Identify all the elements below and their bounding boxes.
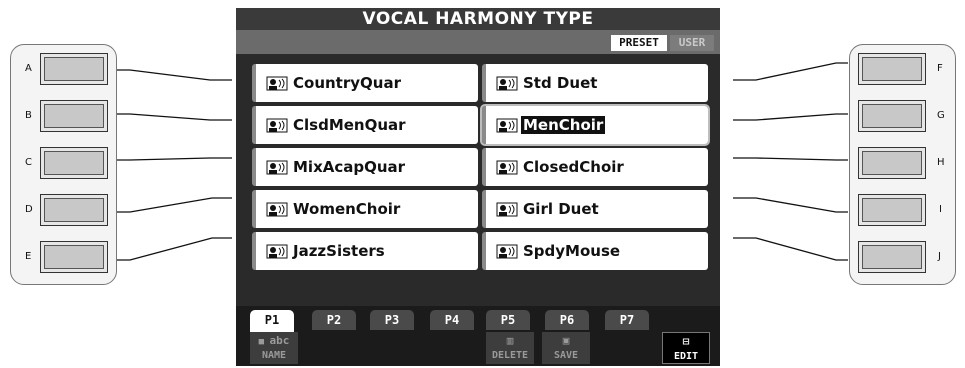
button-letter-a: A — [25, 63, 32, 74]
item-label: Std Duet — [523, 74, 598, 92]
connector-d — [117, 197, 232, 213]
save-disk-icon: ▣ — [562, 334, 570, 347]
name-icon-text: abc — [269, 334, 290, 347]
connector-a — [117, 69, 232, 81]
connector-c — [117, 157, 232, 161]
list-item[interactable]: ClsdMenQuar — [252, 106, 478, 144]
panel-button-f[interactable] — [858, 53, 926, 85]
page-tab-p7[interactable]: P7 — [605, 310, 649, 330]
save-button[interactable]: ▣ SAVE — [542, 332, 590, 364]
item-label: ClosedChoir — [523, 158, 624, 176]
page-tab-p3[interactable]: P3 — [370, 310, 414, 330]
delete-button[interactable]: ▥ DELETE — [486, 332, 534, 364]
list-item[interactable]: WomenChoir — [252, 190, 478, 228]
right-button-panel: F G H I J — [849, 44, 956, 285]
list-item[interactable]: CountryQuar — [252, 64, 478, 102]
panel-button-g[interactable] — [858, 100, 926, 132]
item-label: ClsdMenQuar — [293, 116, 406, 134]
page-tab-p2[interactable]: P2 — [312, 310, 356, 330]
trash-icon: ▥ — [506, 334, 514, 347]
connector-b — [117, 113, 232, 121]
panel-button-i[interactable] — [858, 194, 926, 226]
left-button-panel: A B C D E — [10, 44, 117, 285]
connector-j — [733, 237, 848, 261]
vocal-harmony-person-icon — [266, 76, 288, 91]
delete-label: DELETE — [491, 350, 529, 361]
button-letter-d: D — [25, 204, 33, 215]
vocal-harmony-person-icon — [496, 160, 518, 175]
function-bar — [236, 332, 720, 366]
list-item[interactable]: SpdyMouse — [482, 232, 708, 270]
panel-button-d[interactable] — [40, 194, 108, 226]
panel-button-j[interactable] — [858, 241, 926, 273]
list-item[interactable]: Std Duet — [482, 64, 708, 102]
tab-preset[interactable]: PRESET — [611, 35, 667, 51]
vocal-harmony-person-icon — [266, 118, 288, 133]
list-item[interactable]: ClosedChoir — [482, 148, 708, 186]
page-tab-p5[interactable]: P5 — [486, 310, 530, 330]
panel-button-a[interactable] — [40, 53, 108, 85]
vocal-harmony-person-icon — [496, 118, 518, 133]
connector-e — [117, 237, 232, 261]
item-label: MixAcapQuar — [293, 158, 406, 176]
item-label: SpdyMouse — [523, 242, 621, 260]
item-label: Girl Duet — [523, 200, 599, 218]
connector-g — [733, 113, 848, 121]
vocal-harmony-person-icon — [496, 244, 518, 259]
page-tab-p4[interactable]: P4 — [430, 310, 474, 330]
tab-user[interactable]: USER — [670, 35, 714, 51]
item-label: MenChoir — [521, 116, 606, 134]
lcd-screen: VOCAL HARMONY TYPE PRESET USER CountryQu… — [236, 8, 720, 366]
vocal-harmony-person-icon — [266, 244, 288, 259]
item-label: WomenChoir — [293, 200, 401, 218]
button-letter-i: I — [939, 204, 942, 215]
connector-h — [733, 157, 848, 161]
save-label: SAVE — [553, 350, 579, 361]
button-letter-h: H — [937, 157, 945, 168]
button-letter-c: C — [25, 157, 32, 168]
vocal-harmony-person-icon — [266, 202, 288, 217]
button-letter-f: F — [937, 63, 943, 74]
item-label: CountryQuar — [293, 74, 401, 92]
panel-button-c[interactable] — [40, 147, 108, 179]
edit-button[interactable]: ⊟ EDIT — [662, 332, 710, 364]
button-letter-b: B — [25, 110, 32, 121]
book-icon: ⊟ — [682, 335, 690, 348]
name-button[interactable]: ■ abc NAME — [250, 332, 298, 364]
screen-title: VOCAL HARMONY TYPE — [236, 8, 720, 30]
button-letter-j: J — [938, 251, 941, 262]
list-item[interactable]: JazzSisters — [252, 232, 478, 270]
connector-i — [733, 197, 848, 213]
name-label: NAME — [261, 350, 287, 361]
panel-button-h[interactable] — [858, 147, 926, 179]
edit-label: EDIT — [673, 351, 699, 362]
name-icon: ■ abc — [258, 334, 290, 347]
list-item[interactable]: Girl Duet — [482, 190, 708, 228]
panel-button-e[interactable] — [40, 241, 108, 273]
list-item-selected[interactable]: MenChoir — [480, 104, 710, 146]
button-letter-e: E — [25, 251, 32, 262]
list-item[interactable]: MixAcapQuar — [252, 148, 478, 186]
item-label: JazzSisters — [293, 242, 385, 260]
button-letter-g: G — [937, 110, 945, 121]
panel-button-b[interactable] — [40, 100, 108, 132]
vocal-harmony-person-icon — [496, 202, 518, 217]
vocal-harmony-person-icon — [266, 160, 288, 175]
connector-f — [733, 62, 848, 81]
page-tab-p1[interactable]: P1 — [250, 310, 294, 332]
page-tab-p6[interactable]: P6 — [545, 310, 589, 330]
vocal-harmony-person-icon — [496, 76, 518, 91]
